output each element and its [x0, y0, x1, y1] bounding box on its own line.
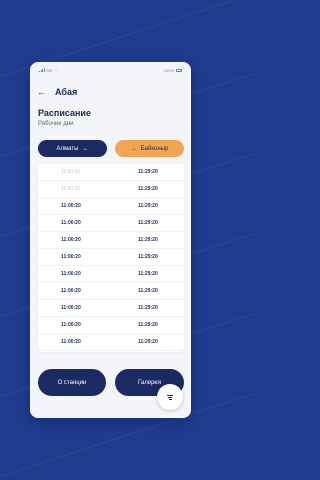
departure-time: 11:00:20 [61, 220, 81, 226]
section-title: Расписание [38, 108, 91, 118]
table-row: 11:00:20 11:29:20 [38, 266, 184, 283]
departure-time: 11:00:20 [61, 339, 81, 345]
departure-time: 11:00:20 [61, 203, 81, 209]
back-button[interactable]: ← [37, 88, 46, 97]
direction-baikonur-label: Байконыр [140, 145, 169, 152]
table-row: 11:00:20 11:29:20 [38, 283, 184, 300]
table-row: 11:00:20 11:29:20 [38, 215, 184, 232]
arrival-time: 11:29:20 [138, 186, 158, 192]
filter-button[interactable] [157, 384, 183, 410]
departure-time: 11:00:20 [61, 237, 81, 243]
direction-baikonur-button[interactable]: → Байконыр [115, 140, 184, 157]
carrier-label: MD [46, 67, 53, 73]
arrival-time: 11:29:20 [138, 237, 158, 243]
table-row: 11:00:20 11:29:20 [38, 164, 184, 181]
table-row: 11:00:20 11:29:20 [38, 181, 184, 198]
table-row: 11:00:20 11:29:20 [38, 317, 184, 334]
filter-icon [167, 394, 173, 400]
about-station-label: О станции [57, 379, 87, 386]
arrival-time: 11:29:20 [138, 203, 158, 209]
status-bar: MD ◠ 100% [30, 62, 191, 78]
signal-icon [39, 68, 45, 72]
departure-time: 11:00:20 [61, 271, 81, 277]
table-row: 11:00:20 11:29:20 [38, 198, 184, 215]
gallery-label: Галерея [137, 379, 161, 386]
arrival-time: 11:29:20 [138, 271, 158, 277]
direction-almaty-button[interactable]: Алматы ← [38, 140, 107, 157]
table-row: 11:00:20 11:29:20 [38, 300, 184, 317]
departure-time: 11:00:20 [61, 254, 81, 260]
arrival-time: 11:29:20 [138, 288, 158, 294]
arrival-time: 11:29:20 [138, 169, 158, 175]
arrival-time: 11:29:20 [138, 305, 158, 311]
arrival-time: 11:29:20 [138, 322, 158, 328]
table-row: 11:00:20 11:29:20 [38, 334, 184, 351]
section-subtitle: Рабочие дни [38, 121, 74, 127]
page-title: Абая [55, 87, 78, 97]
departure-time: 11:00:20 [61, 169, 81, 175]
arrival-time: 11:29:20 [138, 220, 158, 226]
schedule-table: 11:00:20 11:29:20 11:00:20 11:29:20 11:00:20… [38, 164, 184, 352]
about-station-button[interactable]: О станции [38, 369, 106, 396]
departure-time: 11:00:20 [61, 322, 81, 328]
departure-time: 11:00:20 [61, 186, 81, 192]
arrow-left-icon: ← [82, 145, 89, 152]
arrow-right-icon: → [130, 145, 137, 152]
battery-icon [176, 68, 182, 72]
table-row: 11:00:20 11:29:20 [38, 232, 184, 249]
departure-time: 11:00:20 [61, 288, 81, 294]
wifi-icon: ◠ [54, 67, 59, 73]
table-row: 11:00:20 11:29:20 [38, 249, 184, 266]
departure-time: 11:00:20 [61, 305, 81, 311]
arrow-left-icon: ← [37, 87, 46, 97]
arrival-time: 11:29:20 [138, 254, 158, 260]
battery-label: 100% [163, 67, 174, 73]
direction-almaty-label: Алматы [56, 145, 79, 152]
arrival-time: 11:29:20 [138, 339, 158, 345]
